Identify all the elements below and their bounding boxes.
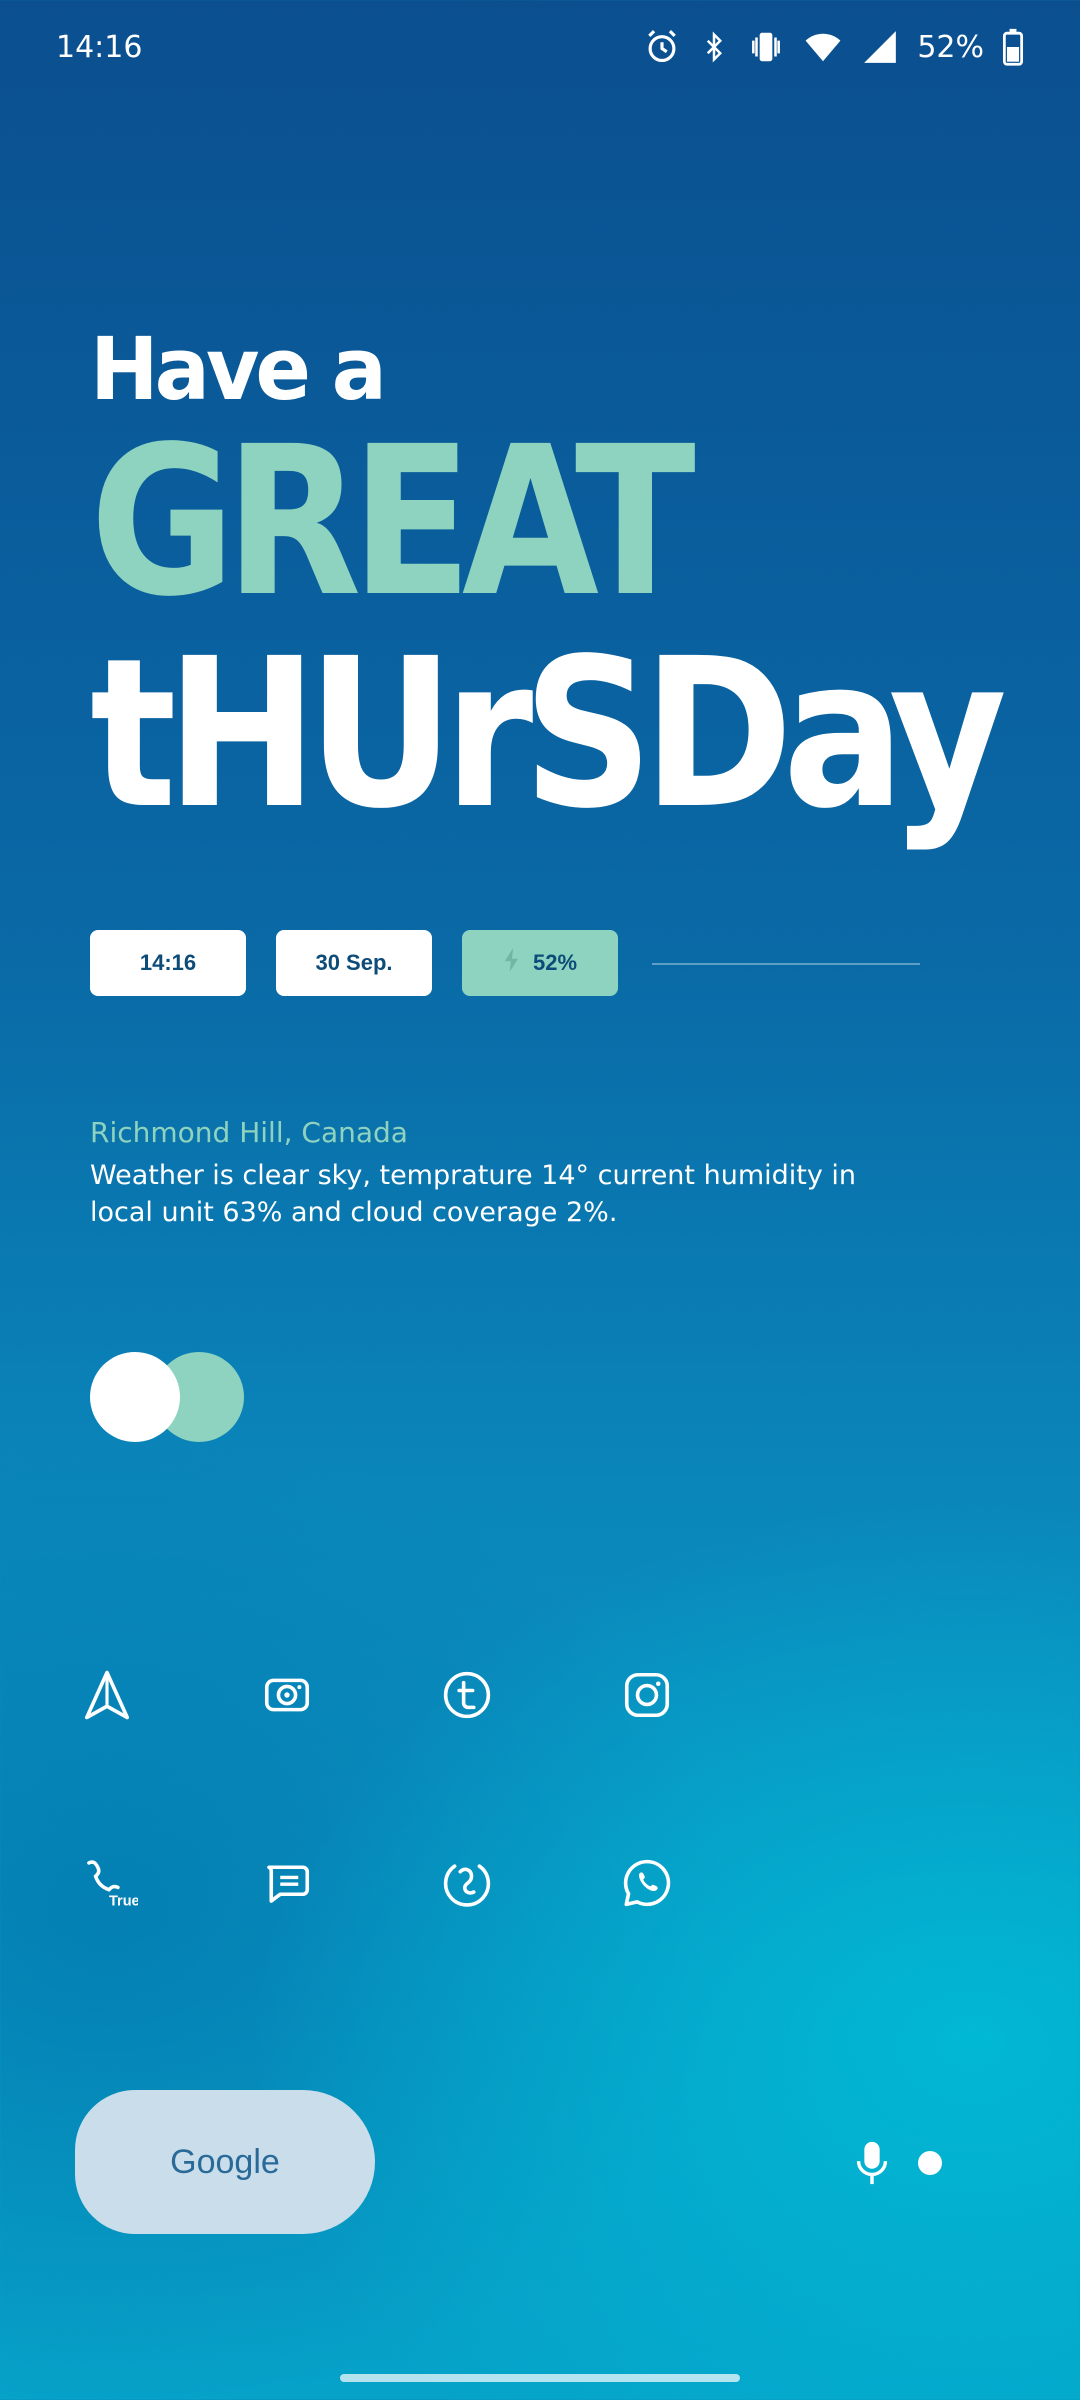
status-bar: 14:16 52% xyxy=(56,26,1024,68)
battery-percent: 52% xyxy=(917,29,984,65)
bluetooth-icon xyxy=(699,28,729,66)
page-indicator-dot xyxy=(918,2151,942,2175)
app-messages[interactable] xyxy=(260,1853,440,1913)
camera-app-icon xyxy=(260,1668,314,1722)
battery-icon xyxy=(1002,28,1024,66)
date-pill-label: 30 Sep. xyxy=(315,950,393,975)
app-whatsapp[interactable] xyxy=(620,1853,800,1913)
seahorse-app-icon xyxy=(440,1856,494,1910)
app-row-2: True xyxy=(80,1853,800,2041)
app-send[interactable] xyxy=(80,1665,260,1725)
battery-pill[interactable]: 52% xyxy=(462,930,618,996)
wifi-icon xyxy=(803,28,843,66)
date-pill[interactable]: 30 Sep. xyxy=(276,930,432,996)
app-grid: True xyxy=(80,1665,800,2041)
app-instagram[interactable] xyxy=(620,1665,800,1725)
mic-icon[interactable] xyxy=(855,2140,889,2190)
info-pills: 14:16 30 Sep. 52% xyxy=(90,930,618,996)
status-time: 14:16 xyxy=(56,29,143,65)
home-indicator[interactable] xyxy=(340,2374,740,2382)
app-tumblr[interactable] xyxy=(440,1665,620,1725)
weather-description: Weather is clear sky, temprature 14° cur… xyxy=(90,1160,857,1228)
signal-icon xyxy=(861,28,899,66)
messages-app-icon xyxy=(260,1856,314,1910)
truecaller-badge: True xyxy=(109,1893,138,1909)
time-pill-label: 14:16 xyxy=(139,950,197,975)
toggle-circle-white xyxy=(90,1352,180,1442)
weather-widget[interactable]: Richmond Hill, Canada Weather is clear s… xyxy=(90,1116,910,1231)
status-icons: 52% xyxy=(643,28,1024,66)
instagram-app-icon xyxy=(620,1668,674,1722)
whatsapp-app-icon xyxy=(620,1856,674,1910)
tumblr-app-icon xyxy=(440,1668,494,1722)
app-camera[interactable] xyxy=(260,1665,440,1725)
time-pill[interactable]: 14:16 xyxy=(90,930,246,996)
divider-line xyxy=(652,963,920,965)
app-seahorse[interactable] xyxy=(440,1853,620,1913)
vibrate-icon xyxy=(747,28,785,66)
greeting-widget: Have a GREAT tHUrSDay xyxy=(90,320,1080,854)
app-truecaller[interactable]: True xyxy=(80,1853,260,1913)
greeting-line-2: GREAT xyxy=(90,402,696,642)
truecaller-app-icon: True xyxy=(80,1856,138,1910)
google-search-bar[interactable]: Google xyxy=(75,2090,375,2234)
send-app-icon xyxy=(80,1668,134,1722)
weather-location: Richmond Hill, Canada xyxy=(90,1116,408,1149)
charging-icon xyxy=(503,948,533,978)
theme-toggle[interactable] xyxy=(90,1352,244,1442)
google-search-label: Google xyxy=(170,2142,280,2181)
alarm-icon xyxy=(643,28,681,66)
battery-pill-label: 52% xyxy=(532,950,578,975)
app-row-1 xyxy=(80,1665,800,1853)
greeting-day: tHUrSDay xyxy=(90,614,1007,854)
